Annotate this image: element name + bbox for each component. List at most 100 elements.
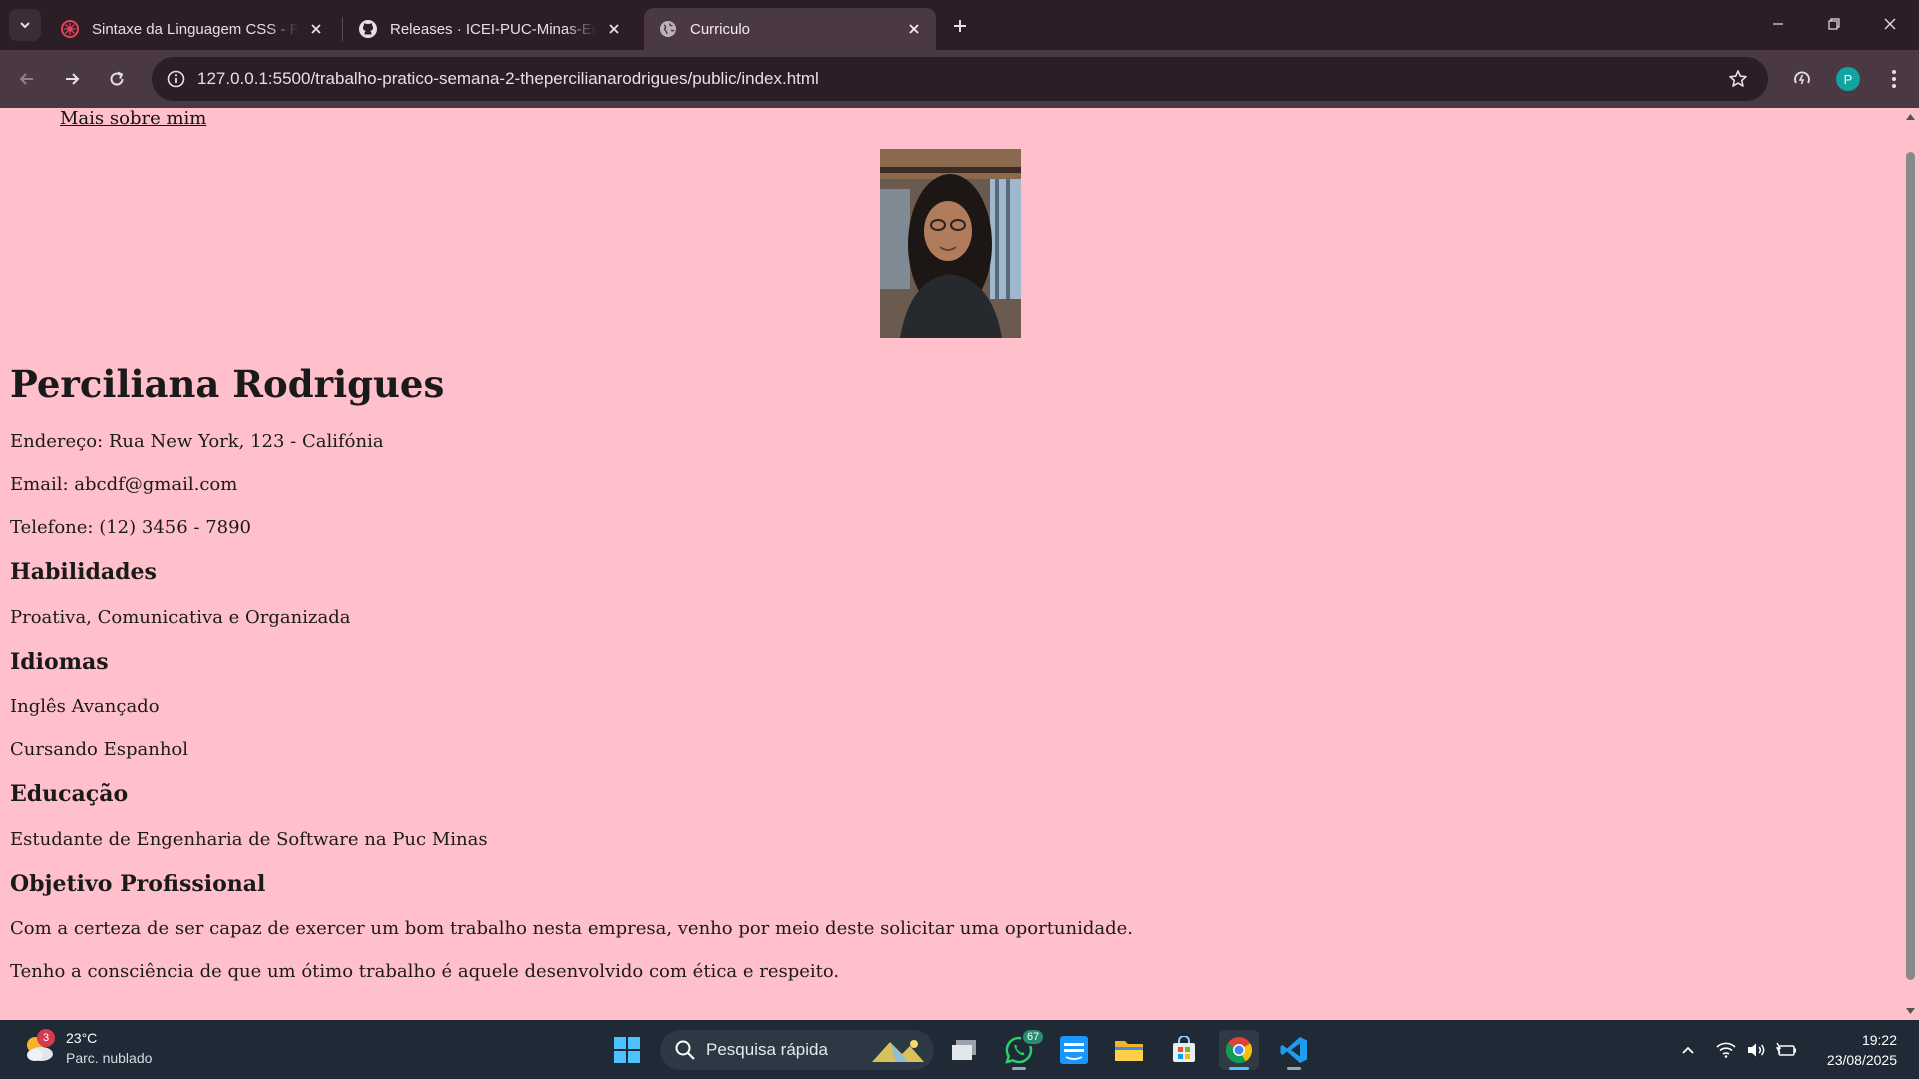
new-tab-button[interactable]	[944, 10, 976, 42]
email-text: Email: abcdf@gmail.com	[10, 474, 238, 496]
language-item: Inglês Avançado	[10, 696, 160, 718]
tab-search-button[interactable]	[9, 9, 41, 41]
minimize-button[interactable]	[1750, 0, 1806, 48]
scrollbar-thumb[interactable]	[1906, 152, 1915, 980]
file-explorer-button[interactable]	[1109, 1030, 1149, 1070]
volume-control[interactable]	[1744, 1038, 1768, 1062]
chevron-up-icon	[1682, 1046, 1694, 1054]
partly-cloudy-icon: 3	[22, 1029, 56, 1065]
browser-toolbar: 127.0.0.1:5500/trabalho-pratico-semana-2…	[0, 50, 1919, 108]
objective-text: Com a certeza de ser capaz de exercer um…	[10, 917, 1134, 939]
chrome-icon	[1225, 1037, 1253, 1064]
profile-photo	[880, 149, 1021, 338]
battery-status[interactable]	[1774, 1038, 1798, 1062]
back-button[interactable]	[10, 62, 44, 96]
close-icon[interactable]	[904, 19, 924, 39]
scroll-down-icon[interactable]	[1905, 1006, 1916, 1017]
whatsapp-badge: 67	[1021, 1028, 1046, 1046]
clock-date: 23/08/2025	[1826, 1052, 1897, 1068]
restore-icon	[1828, 18, 1840, 30]
skills-text: Proativa, Comunicativa e Organizada	[10, 606, 351, 628]
weather-desc: Parc. nublado	[66, 1050, 153, 1066]
tab-title: Releases · ICEI-PUC-Minas-EngS	[390, 20, 596, 38]
tab-separator	[342, 17, 343, 41]
weather-temp: 23°C	[66, 1030, 98, 1046]
react-icon	[60, 19, 80, 39]
resume-content: Perciliana Rodrigues Endereço: Rua New Y…	[10, 362, 1890, 1003]
close-icon	[1884, 18, 1896, 30]
prime-video-icon	[1060, 1036, 1088, 1064]
skills-heading: Habilidades	[10, 559, 157, 586]
education-heading: Educação	[10, 781, 129, 808]
search-icon	[675, 1040, 695, 1060]
more-about-me-link[interactable]: Mais sobre mim	[60, 108, 206, 129]
tab-title: Curriculo	[690, 20, 751, 38]
language-item: Cursando Espanhol	[10, 739, 189, 761]
tab-css-syntax[interactable]: Sintaxe da Linguagem CSS - Re	[46, 8, 338, 50]
running-indicator	[1012, 1067, 1026, 1070]
tab-title: Sintaxe da Linguagem CSS - Re	[92, 20, 298, 38]
clock-time: 19:22	[1861, 1032, 1897, 1048]
arrow-right-icon	[66, 73, 80, 85]
search-placeholder: Pesquisa rápida	[706, 1040, 828, 1059]
menu-button[interactable]	[1878, 63, 1910, 95]
kebab-menu-icon	[1892, 70, 1896, 88]
reload-button[interactable]	[100, 62, 134, 96]
plus-icon	[954, 20, 966, 32]
github-icon	[358, 19, 378, 39]
avatar: P	[1836, 67, 1860, 91]
weather-widget[interactable]: 3 23°C Parc. nublado	[22, 1028, 152, 1068]
arrow-left-icon	[19, 73, 33, 85]
task-view-icon	[952, 1040, 976, 1060]
performance-button[interactable]	[1786, 63, 1818, 95]
taskbar-search[interactable]: Pesquisa rápida	[660, 1030, 934, 1070]
wifi-status[interactable]	[1714, 1038, 1738, 1062]
browser-tab-strip: Sintaxe da Linguagem CSS - Re Releases ·…	[0, 0, 1919, 50]
url-text[interactable]: 127.0.0.1:5500/trabalho-pratico-semana-2…	[197, 69, 819, 89]
languages-heading: Idiomas	[10, 648, 109, 675]
address-bar[interactable]: 127.0.0.1:5500/trabalho-pratico-semana-2…	[152, 57, 1768, 101]
objective-heading: Objetivo Profissional	[10, 870, 266, 897]
vscode-button[interactable]	[1274, 1030, 1314, 1070]
profile-button[interactable]: P	[1832, 63, 1864, 95]
person-name: Perciliana Rodrigues	[10, 362, 445, 406]
chevron-down-icon	[20, 22, 30, 29]
store-icon	[1173, 1036, 1195, 1062]
bookmark-star-icon[interactable]	[1726, 67, 1750, 91]
education-text: Estudante de Engenharia de Software na P…	[10, 828, 488, 850]
chrome-button[interactable]	[1219, 1030, 1259, 1070]
running-indicator	[1229, 1067, 1249, 1070]
restore-button[interactable]	[1806, 0, 1862, 48]
whatsapp-button[interactable]: 67	[999, 1028, 1046, 1070]
task-view-button[interactable]	[944, 1030, 984, 1070]
speaker-icon	[1748, 1043, 1765, 1057]
search-highlight-icon	[872, 1040, 924, 1062]
system-clock[interactable]: 19:22 23/08/2025	[1827, 1030, 1897, 1070]
forward-button[interactable]	[55, 62, 89, 96]
weather-badge: 3	[37, 1029, 55, 1047]
site-info-icon[interactable]	[160, 63, 192, 95]
close-icon[interactable]	[306, 19, 326, 39]
start-button[interactable]	[607, 1030, 647, 1070]
address-text: Endereço: Rua New York, 123 - Califónia	[10, 431, 384, 453]
microsoft-store-button[interactable]	[1164, 1030, 1204, 1070]
running-indicator	[1287, 1067, 1301, 1070]
vertical-scrollbar[interactable]	[1902, 108, 1919, 1020]
objective-text: Tenho a consciência de que um ótimo trab…	[10, 960, 840, 982]
reload-icon	[110, 71, 124, 86]
battery-charging-icon	[1775, 1042, 1796, 1056]
show-hidden-icons-button[interactable]	[1676, 1038, 1700, 1062]
minimize-icon	[1773, 23, 1783, 25]
folder-icon	[1115, 1041, 1143, 1061]
close-window-button[interactable]	[1862, 0, 1918, 48]
close-icon[interactable]	[604, 19, 624, 39]
vscode-icon	[1280, 1037, 1307, 1063]
wifi-icon	[1716, 1042, 1736, 1058]
phone-text: Telefone: (12) 3456 - 7890	[10, 517, 252, 539]
scroll-up-icon[interactable]	[1905, 111, 1916, 122]
prime-video-button[interactable]	[1054, 1030, 1094, 1070]
tab-github-releases[interactable]: Releases · ICEI-PUC-Minas-EngS	[344, 8, 636, 50]
globe-icon	[658, 19, 678, 39]
tab-curriculo[interactable]: Curriculo	[644, 8, 936, 50]
page-viewport: Mais sobre mim Perciliana Rodrigues Ende	[0, 108, 1919, 1020]
